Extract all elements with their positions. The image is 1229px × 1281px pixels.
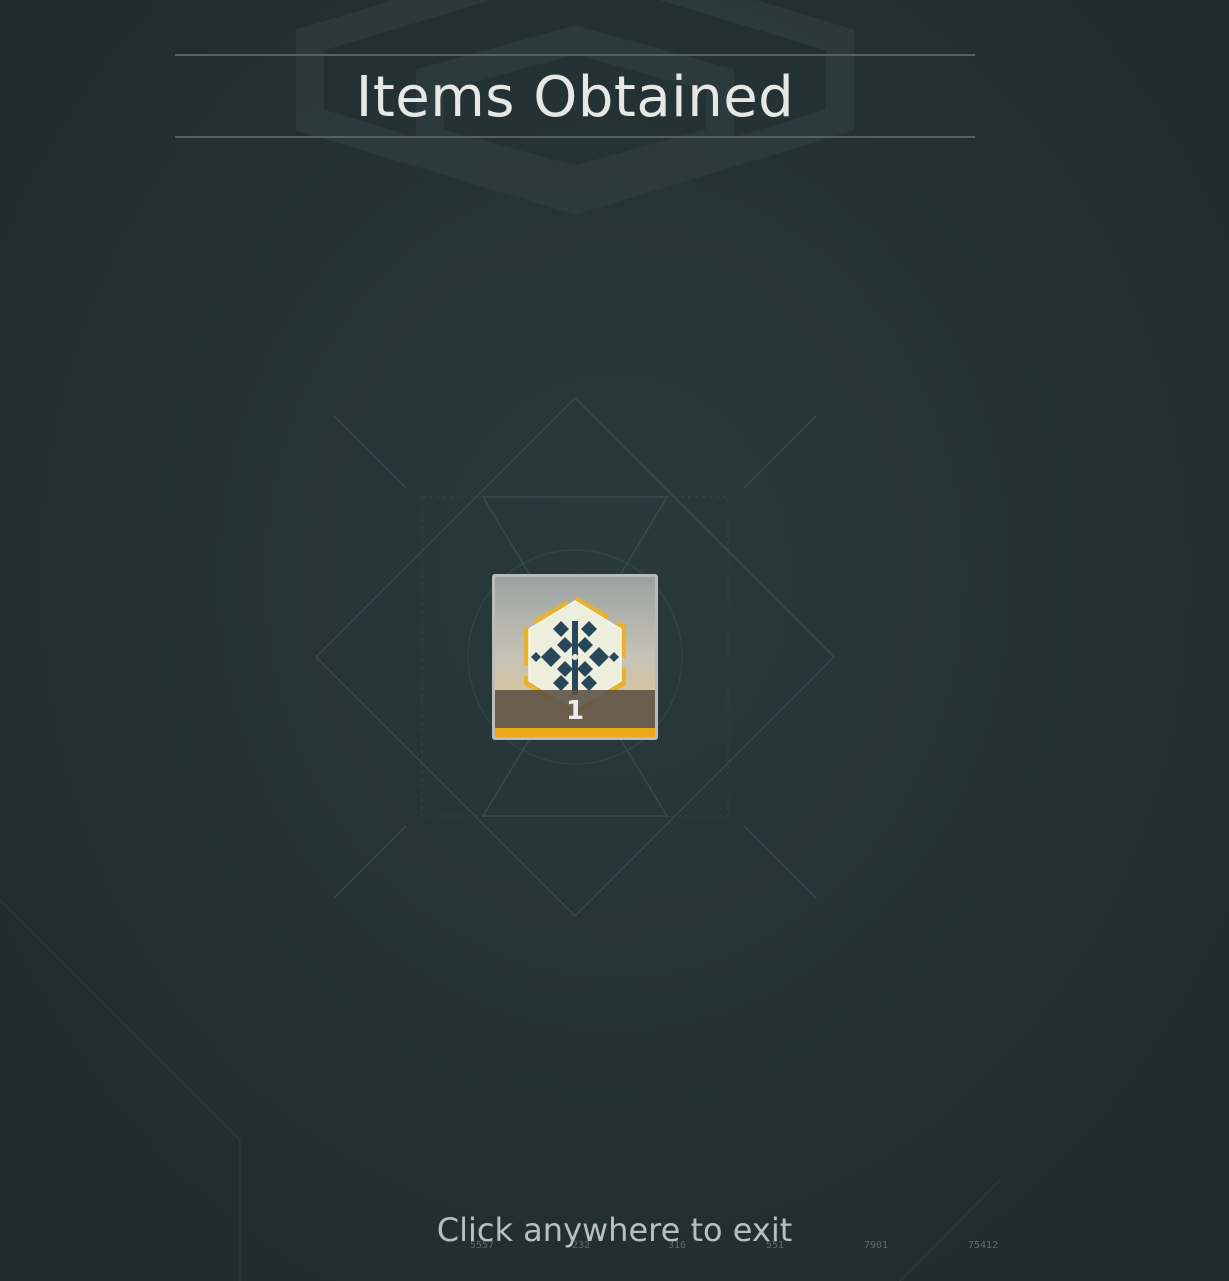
footer-code: 316 [668,1240,687,1251]
footer-code: 232 [572,1240,591,1251]
exit-hint[interactable]: Click anywhere to exit [0,1208,1229,1252]
item-slot[interactable]: 1 [492,574,658,740]
title-divider-top [175,54,975,56]
footer-code: 5557 [470,1240,495,1251]
page-title: Items Obtained [355,65,795,130]
footer-code: 7901 [864,1240,889,1251]
item-quantity: 1 [565,696,585,726]
footer-code: 551 [766,1240,785,1251]
rarity-bar [495,728,655,737]
footer-code: 75412 [968,1240,999,1251]
title-divider-bottom [175,136,975,138]
title-header: Items Obtained [175,54,975,138]
